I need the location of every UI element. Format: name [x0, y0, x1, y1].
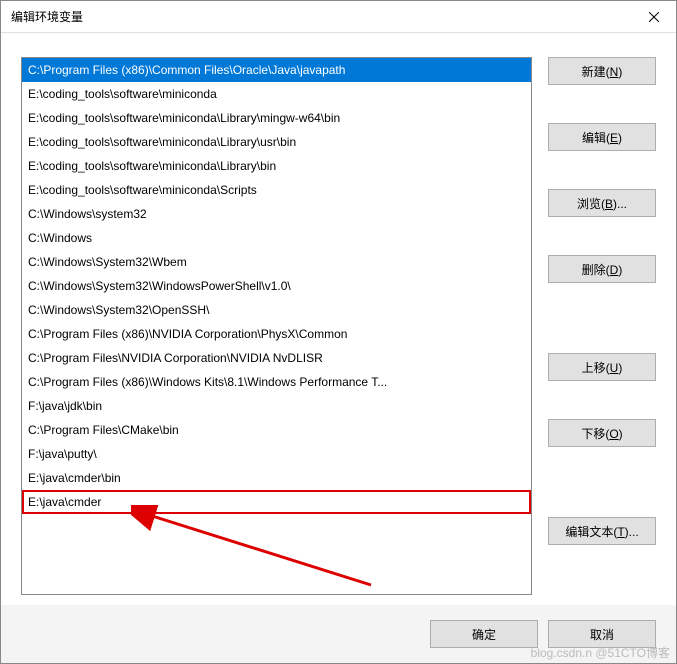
new-button[interactable]: 新建(N)	[548, 57, 656, 85]
list-item[interactable]: E:\coding_tools\software\miniconda\Libra…	[22, 130, 531, 154]
list-item[interactable]: F:\java\putty\	[22, 442, 531, 466]
list-item[interactable]: E:\coding_tools\software\miniconda	[22, 82, 531, 106]
edittext-button[interactable]: 编辑文本(T)...	[548, 517, 656, 545]
list-item[interactable]: C:\Windows\System32\Wbem	[22, 250, 531, 274]
side-buttons: 新建(N) 编辑(E) 浏览(B)... 删除(D) 上移(U) 下移(O) 编…	[548, 57, 656, 595]
dialog-content: C:\Program Files (x86)\Common Files\Orac…	[1, 33, 676, 605]
window-title: 编辑环境变量	[11, 8, 83, 25]
list-item[interactable]: C:\Program Files\CMake\bin	[22, 418, 531, 442]
browse-button[interactable]: 浏览(B)...	[548, 189, 656, 217]
moveup-button[interactable]: 上移(U)	[548, 353, 656, 381]
close-button[interactable]	[632, 1, 676, 33]
list-item[interactable]: C:\Windows\system32	[22, 202, 531, 226]
list-item[interactable]: C:\Windows	[22, 226, 531, 250]
list-item[interactable]: E:\coding_tools\software\miniconda\Scrip…	[22, 178, 531, 202]
list-item[interactable]: C:\Program Files (x86)\Windows Kits\8.1\…	[22, 370, 531, 394]
list-item[interactable]: C:\Program Files\NVIDIA Corporation\NVID…	[22, 346, 531, 370]
list-item[interactable]: E:\coding_tools\software\miniconda\Libra…	[22, 154, 531, 178]
close-icon	[649, 12, 659, 22]
list-item[interactable]: C:\Windows\System32\OpenSSH\	[22, 298, 531, 322]
list-item[interactable]: E:\java\cmder\bin	[22, 466, 531, 490]
ok-button[interactable]: 确定	[430, 620, 538, 648]
dialog-footer: 确定 取消	[1, 605, 676, 663]
list-item[interactable]: E:\coding_tools\software\miniconda\Libra…	[22, 106, 531, 130]
movedown-button[interactable]: 下移(O)	[548, 419, 656, 447]
path-listbox[interactable]: C:\Program Files (x86)\Common Files\Orac…	[21, 57, 532, 595]
main-area: C:\Program Files (x86)\Common Files\Orac…	[21, 57, 656, 595]
cancel-button[interactable]: 取消	[548, 620, 656, 648]
list-item[interactable]: C:\Windows\System32\WindowsPowerShell\v1…	[22, 274, 531, 298]
delete-button[interactable]: 删除(D)	[548, 255, 656, 283]
list-item[interactable]: C:\Program Files (x86)\Common Files\Orac…	[22, 58, 531, 82]
list-item[interactable]: F:\java\jdk\bin	[22, 394, 531, 418]
list-item[interactable]: C:\Program Files (x86)\NVIDIA Corporatio…	[22, 322, 531, 346]
edit-button[interactable]: 编辑(E)	[548, 123, 656, 151]
list-item[interactable]: E:\java\cmder	[22, 490, 531, 514]
titlebar: 编辑环境变量	[1, 1, 676, 33]
